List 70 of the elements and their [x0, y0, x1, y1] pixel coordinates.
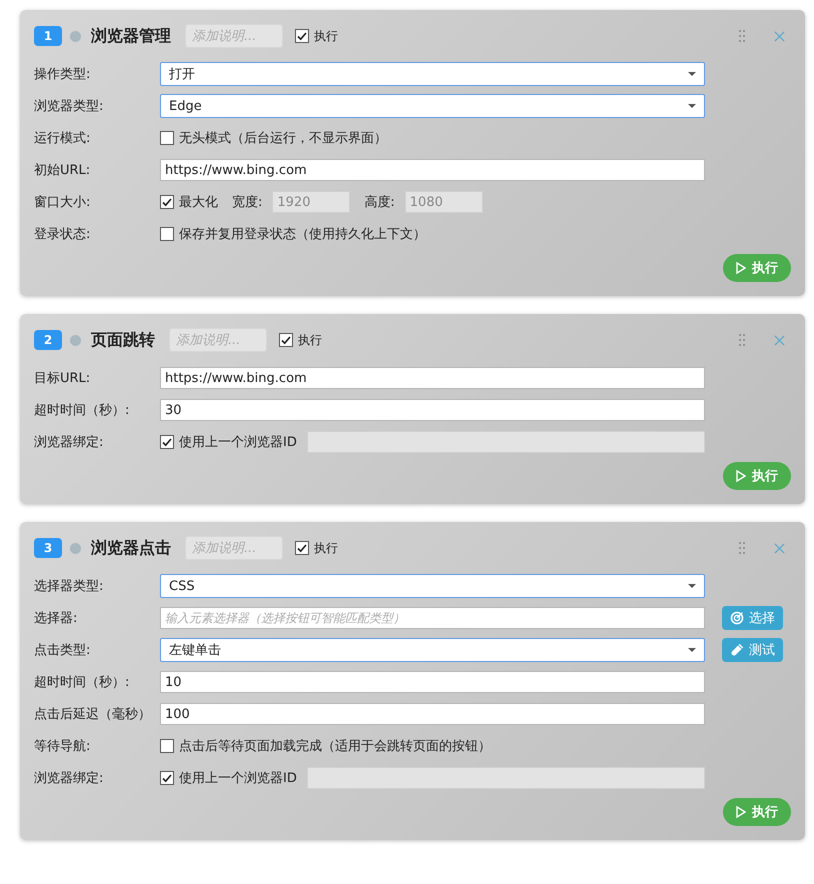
step-title: 页面跳转	[91, 330, 155, 350]
text-field[interactable]: 30	[160, 399, 705, 421]
height-label: 高度:	[364, 194, 395, 211]
field-label: 浏览器绑定:	[34, 770, 104, 787]
note-field[interactable]: 添加说明...	[169, 328, 267, 352]
status-dot-icon	[70, 334, 81, 346]
check-icon	[280, 334, 292, 346]
dropdown[interactable]: CSS	[160, 574, 705, 598]
execute-checkbox[interactable]: 执行	[295, 28, 338, 44]
play-icon	[736, 806, 746, 818]
field-label: 选择器类型:	[34, 578, 104, 595]
caret-icon	[688, 104, 696, 108]
check-icon	[296, 30, 308, 42]
step-number-badge: 3	[34, 538, 62, 558]
drag-handle-icon[interactable]	[738, 29, 746, 43]
dropdown[interactable]: Edge	[160, 94, 705, 118]
field-label: 超时时间（秒）:	[34, 402, 130, 419]
field-label: 窗口大小:	[34, 194, 92, 211]
text-field[interactable]: 10	[160, 671, 705, 693]
field-label: 初始URL:	[34, 162, 92, 179]
option-checkbox[interactable]: 使用上一个浏览器ID	[160, 769, 297, 787]
close-icon[interactable]	[774, 334, 785, 346]
play-icon	[736, 470, 746, 482]
text-field[interactable]: https://www.bing.com	[160, 367, 705, 389]
note-field[interactable]: 添加说明...	[185, 536, 283, 560]
execute-checkbox[interactable]: 执行	[279, 332, 322, 348]
text-field[interactable]: 输入元素选择器（选择按钮可智能匹配类型）	[160, 607, 705, 629]
text-field[interactable]: https://www.bing.com	[160, 159, 705, 181]
width-label: 宽度:	[232, 194, 262, 211]
caret-icon	[688, 584, 696, 588]
field-label: 超时时间（秒）:	[34, 674, 130, 691]
check-icon	[161, 772, 173, 784]
drag-handle-icon[interactable]	[738, 541, 746, 555]
status-dot-icon	[70, 30, 81, 42]
note-field[interactable]: 添加说明...	[185, 24, 283, 48]
play-icon	[736, 262, 746, 274]
field-label: 等待导航:	[34, 738, 92, 755]
check-icon	[161, 436, 173, 448]
test-tube-icon	[730, 643, 744, 657]
option-checkbox[interactable]: 点击后等待页面加载完成（适用于会跳转页面的按钮）	[160, 737, 491, 755]
step-number-badge: 1	[34, 26, 62, 46]
dropdown[interactable]: 左键单击	[160, 638, 705, 662]
option-checkbox[interactable]: 无头模式（后台运行，不显示界面）	[160, 129, 387, 147]
target-icon	[730, 611, 744, 625]
check-icon	[296, 542, 308, 554]
check-icon	[161, 196, 173, 208]
field-label: 登录状态:	[34, 226, 92, 243]
field-label: 浏览器类型:	[34, 98, 104, 115]
field-label: 点击类型:	[34, 642, 92, 659]
dropdown[interactable]: 打开	[160, 62, 705, 86]
caret-icon	[688, 72, 696, 76]
field-label: 浏览器绑定:	[34, 434, 104, 451]
field-label: 目标URL:	[34, 370, 92, 387]
text-field[interactable]: 100	[160, 703, 705, 725]
caret-icon	[688, 648, 696, 652]
field-label: 操作类型:	[34, 66, 92, 83]
close-icon[interactable]	[774, 542, 785, 554]
field-label: 点击后延迟（毫秒）	[34, 706, 152, 723]
step-number-badge: 2	[34, 330, 62, 350]
step-title: 浏览器管理	[91, 26, 171, 46]
drag-handle-icon[interactable]	[738, 333, 746, 347]
field-label: 选择器:	[34, 610, 78, 627]
field-label: 运行模式:	[34, 130, 92, 147]
status-dot-icon	[70, 542, 81, 554]
close-icon[interactable]	[774, 30, 785, 42]
option-checkbox[interactable]: 保存并复用登录状态（使用持久化上下文）	[160, 225, 426, 243]
step-title: 浏览器点击	[91, 538, 171, 558]
execute-checkbox[interactable]: 执行	[295, 540, 338, 556]
option-checkbox[interactable]: 使用上一个浏览器ID	[160, 433, 297, 451]
option-checkbox[interactable]: 最大化	[160, 193, 218, 211]
